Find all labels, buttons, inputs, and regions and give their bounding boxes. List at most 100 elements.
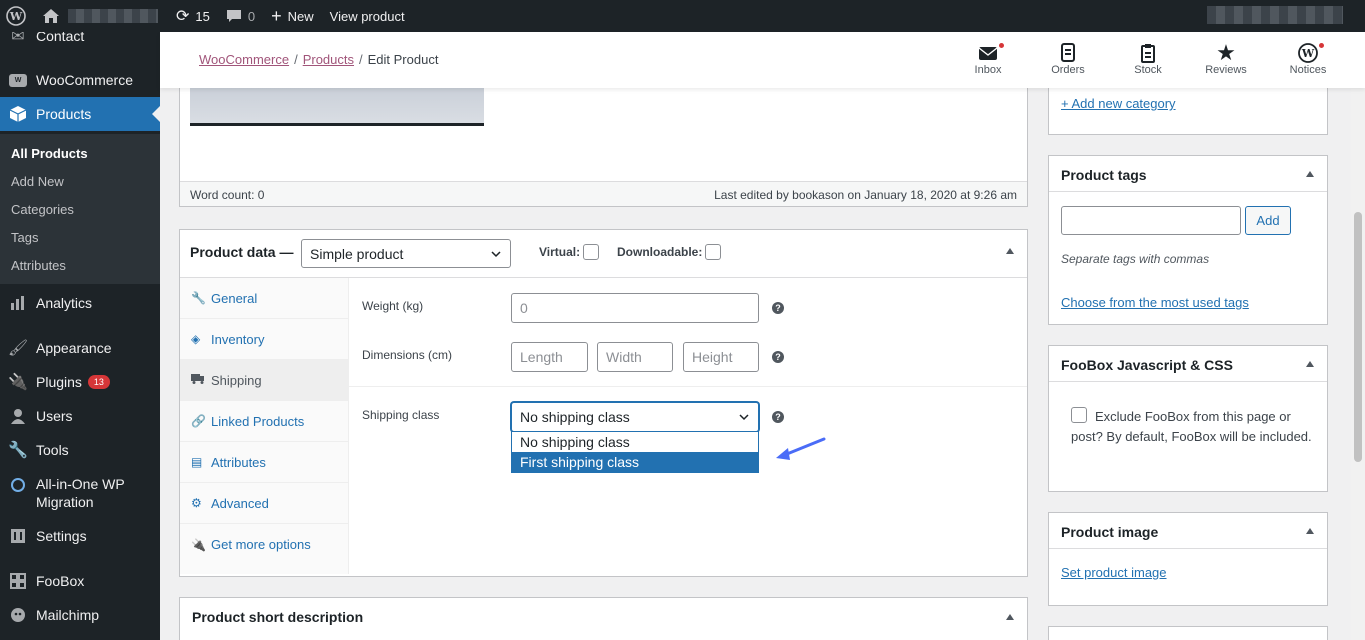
paintbrush-icon: 🖌 <box>7 340 29 357</box>
page-scrollbar[interactable] <box>1351 32 1365 640</box>
submenu-add-new[interactable]: Add New <box>11 174 64 189</box>
view-product-link[interactable]: View product <box>322 0 413 32</box>
product-tags-box: Product tags Add Separate tags with comm… <box>1048 155 1328 325</box>
inbox-notification-dot <box>998 42 1005 49</box>
add-tag-button[interactable]: Add <box>1245 206 1291 235</box>
svg-text:W: W <box>1301 47 1315 60</box>
most-used-tags-link[interactable]: Choose from the most used tags <box>1061 295 1249 310</box>
last-edited: Last edited by bookason on January 18, 2… <box>714 188 1017 202</box>
breadcrumb-products[interactable]: Products <box>303 52 354 67</box>
updates-icon: ⟳ <box>176 8 190 25</box>
tab-shipping[interactable]: Shipping <box>180 360 348 401</box>
downloadable-checkbox[interactable] <box>705 244 722 260</box>
site-name-redacted[interactable] <box>68 9 158 23</box>
plugin-icon: 🔌 <box>8 374 28 391</box>
stock-button[interactable]: Stock <box>1113 42 1183 76</box>
shipping-class-dropdown: No shipping class First shipping class <box>511 431 759 473</box>
option-no-shipping-class[interactable]: No shipping class <box>512 432 758 452</box>
option-first-shipping-class[interactable]: First shipping class <box>512 452 758 472</box>
height-input[interactable]: Height <box>683 342 759 372</box>
tab-linked-products[interactable]: 🔗 Linked Products <box>180 401 348 442</box>
toggle-arrow-icon[interactable] <box>1306 361 1314 367</box>
width-input[interactable]: Width <box>597 342 673 372</box>
sidebar-item-label: WooCommerce <box>36 72 133 88</box>
reviews-button[interactable]: ★ Reviews <box>1191 40 1261 76</box>
sidebar-item-all-in-one-migration[interactable]: All-in-One WP Migration <box>0 475 160 513</box>
toggle-arrow-icon[interactable] <box>1306 171 1314 177</box>
editor-image[interactable] <box>190 86 484 126</box>
product-tags-title: Product tags <box>1061 167 1147 183</box>
plugins-update-badge: 13 <box>87 375 110 389</box>
new-content-button[interactable]: + New <box>263 0 322 32</box>
weight-input[interactable]: 0 <box>511 293 759 323</box>
tab-advanced[interactable]: ⚙ Advanced <box>180 483 348 524</box>
admin-bar: W ⟳ 15 0 + New View product <box>0 0 1365 32</box>
product-type-select[interactable]: Simple product <box>301 239 511 268</box>
orders-label: Orders <box>1051 64 1085 76</box>
sidebar-item-analytics[interactable]: Analytics <box>0 293 160 313</box>
weight-help-icon[interactable]: ? <box>772 302 784 314</box>
product-image-box: Product image Set product image <box>1048 512 1328 606</box>
dimensions-label: Dimensions (cm) <box>362 348 453 362</box>
tab-get-more-options[interactable]: 🔌 Get more options <box>180 524 348 565</box>
tag-icon: ◈ <box>191 332 201 346</box>
submenu-tags[interactable]: Tags <box>11 230 38 245</box>
tab-label: Get more options <box>211 537 311 552</box>
product-data-tabs: 🔧 General ◈ Inventory Shipping 🔗 Linked Pro… <box>180 278 349 574</box>
weight-label: Weight (kg) <box>362 299 424 313</box>
chevron-down-icon <box>491 250 501 257</box>
short-description-box: Product short description <box>179 597 1028 640</box>
tab-label: Attributes <box>211 454 266 470</box>
sidebar-item-tools[interactable]: 🔧 Tools <box>0 440 160 460</box>
updates-button[interactable]: ⟳ 15 <box>168 0 218 32</box>
sidebar-item-settings[interactable]: Settings <box>0 526 160 546</box>
wordpress-logo-icon[interactable]: W <box>0 0 34 32</box>
tab-label: Shipping <box>211 372 262 388</box>
sidebar-item-plugins[interactable]: 🔌 Plugins 13 <box>0 372 160 392</box>
sidebar-item-mailchimp[interactable]: Mailchimp <box>0 605 160 625</box>
comments-button[interactable]: 0 <box>218 0 263 32</box>
downloadable-option: Downloadable: <box>617 244 722 260</box>
submenu-categories[interactable]: Categories <box>11 202 74 217</box>
products-submenu: All Products Add New Categories Tags Att… <box>0 134 160 284</box>
grid-icon <box>8 571 28 591</box>
word-count: Word count: 0 <box>190 188 265 202</box>
submenu-all-products[interactable]: All Products <box>11 146 88 161</box>
toggle-arrow-icon[interactable] <box>1006 614 1014 620</box>
inbox-button[interactable]: Inbox <box>953 42 1023 76</box>
tab-attributes[interactable]: ▤ Attributes <box>180 442 348 483</box>
notices-button[interactable]: W Notices <box>1273 42 1343 76</box>
scrollbar-thumb[interactable] <box>1354 212 1362 462</box>
mailchimp-icon <box>8 605 28 625</box>
sidebar-item-products[interactable]: Products <box>0 97 160 131</box>
sidebar-item-woocommerce[interactable]: W WooCommerce <box>0 70 160 90</box>
shipping-class-help-icon[interactable]: ? <box>772 411 784 423</box>
divider <box>1049 548 1327 549</box>
virtual-checkbox[interactable] <box>583 244 600 260</box>
submenu-attributes[interactable]: Attributes <box>11 258 66 273</box>
dimensions-help-icon[interactable]: ? <box>772 351 784 363</box>
set-product-image-link[interactable]: Set product image <box>1061 565 1167 580</box>
sidebar-item-label: Appearance <box>36 340 112 356</box>
length-input[interactable]: Length <box>511 342 588 372</box>
account-redacted[interactable] <box>1207 6 1343 24</box>
sidebar-item-appearance[interactable]: 🖌 Appearance <box>0 338 160 358</box>
breadcrumb-woocommerce[interactable]: WooCommerce <box>199 52 289 67</box>
sidebar-item-label: All-in-One WP Migration <box>36 476 125 510</box>
home-icon[interactable] <box>34 0 68 32</box>
tag-input[interactable] <box>1061 206 1241 235</box>
tab-general[interactable]: 🔧 General <box>180 278 348 319</box>
migration-icon <box>8 475 28 495</box>
star-icon: ★ <box>1216 40 1236 65</box>
toggle-arrow-icon[interactable] <box>1006 248 1014 254</box>
orders-button[interactable]: Orders <box>1033 42 1103 76</box>
shipping-class-label: Shipping class <box>362 408 440 422</box>
shipping-class-select[interactable]: No shipping class <box>511 402 759 432</box>
toggle-arrow-icon[interactable] <box>1306 528 1314 534</box>
annotation-arrow-icon <box>776 437 826 460</box>
sidebar-item-foobox[interactable]: FooBox <box>0 571 160 591</box>
add-category-link[interactable]: + Add new category <box>1061 96 1176 111</box>
sidebar-item-users[interactable]: Users <box>0 406 160 426</box>
chevron-down-icon <box>739 414 749 421</box>
tab-inventory[interactable]: ◈ Inventory <box>180 319 348 360</box>
